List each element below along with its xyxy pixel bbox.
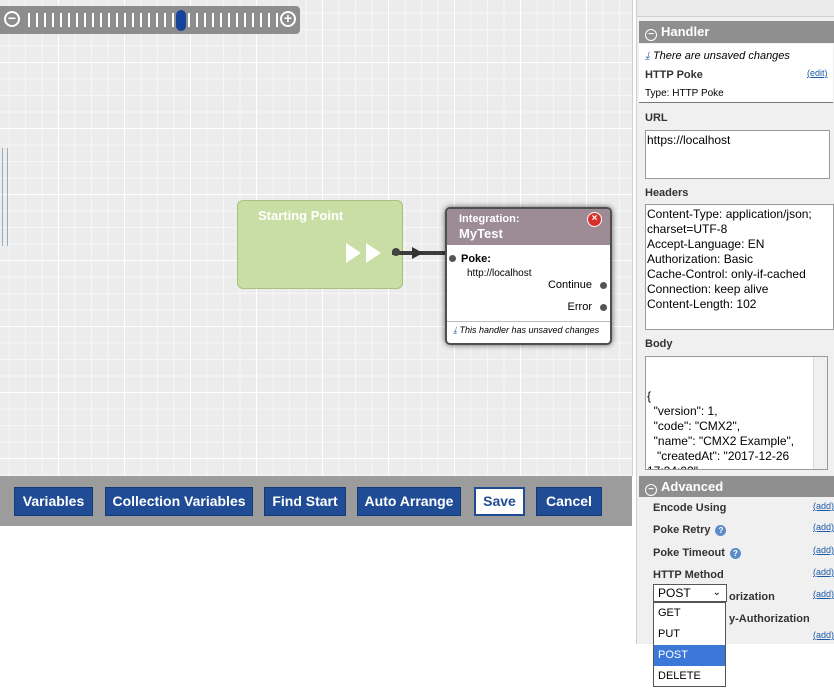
encode-using-label: Encode Using <box>653 502 727 514</box>
collapse-icon[interactable]: − <box>645 484 657 496</box>
handler-section-title: Handler <box>661 24 710 39</box>
proxy-authorization-label: y-Authorization <box>729 613 810 625</box>
zoom-slider-track[interactable] <box>28 13 280 27</box>
zoom-bar: − + <box>0 6 300 34</box>
collapse-icon[interactable]: − <box>645 29 657 41</box>
collection-variables-button[interactable]: Collection Variables <box>105 487 253 516</box>
properties-panel: − Handler ⤓ There are unsaved changes HTT… <box>636 0 834 644</box>
add-proxy-authorization-link[interactable]: (add) <box>813 630 834 640</box>
integration-node-name: MyTest <box>459 226 503 241</box>
chevron-down-icon: ⌄ <box>712 587 721 598</box>
help-icon[interactable]: ? <box>729 547 741 559</box>
option-put[interactable]: PUT <box>654 624 725 645</box>
headers-label: Headers <box>645 187 689 199</box>
handler-section-header[interactable]: − Handler <box>639 21 834 43</box>
body-scrollbar[interactable] <box>813 357 827 469</box>
option-delete[interactable]: DELETE <box>654 666 725 687</box>
http-method-value: POST <box>658 586 691 600</box>
poke-url: http://localhost <box>467 268 532 279</box>
url-field[interactable]: https://localhost <box>645 130 830 179</box>
handler-type: Type: HTTP Poke <box>645 88 724 99</box>
poke-retry-row: Poke Retry? <box>653 524 727 536</box>
unsaved-notice-text: There are unsaved changes <box>652 50 790 62</box>
starting-point-title: Starting Point <box>258 208 344 223</box>
body-field[interactable]: { "version": 1, "code": "CMX2", "name": … <box>645 356 828 470</box>
advanced-section-header[interactable]: − Advanced <box>639 476 834 497</box>
unsaved-notice: ⤓ There are unsaved changes <box>645 50 790 63</box>
input-port[interactable] <box>449 255 456 262</box>
canvas-scroll-handle[interactable] <box>2 148 8 246</box>
zoom-out-icon[interactable]: − <box>4 11 20 27</box>
error-output-port[interactable] <box>600 304 607 311</box>
option-post[interactable]: POST <box>654 645 725 666</box>
edit-link[interactable]: (edit) <box>807 68 828 78</box>
unsaved-changes-text: This handler has unsaved changes <box>459 325 600 335</box>
integration-node[interactable]: Integration: MyTest × Poke: http://local… <box>445 207 612 345</box>
body-label: Body <box>645 338 673 350</box>
option-get[interactable]: GET <box>654 603 725 624</box>
add-method-link[interactable]: (add) <box>813 567 834 577</box>
url-label: URL <box>645 112 668 124</box>
integration-node-type: Integration: <box>459 213 520 225</box>
http-method-select[interactable]: POST ⌄ <box>653 584 727 602</box>
handler-summary: ⤓ There are unsaved changes HTTP Poke (e… <box>639 44 833 103</box>
integration-node-body: Poke: http://localhost Continue Error <box>447 245 610 321</box>
poke-timeout-row: Poke Timeout? <box>653 547 741 559</box>
auto-arrange-button[interactable]: Auto Arrange <box>357 487 461 516</box>
close-icon[interactable]: × <box>587 212 602 227</box>
download-icon: ⤓ <box>453 325 457 335</box>
continue-output-label: Continue <box>547 279 592 291</box>
bottom-toolbar: Variables Collection Variables Find Star… <box>0 476 632 526</box>
add-encode-link[interactable]: (add) <box>813 501 834 511</box>
save-button[interactable]: Save <box>474 487 525 516</box>
zoom-in-icon[interactable]: + <box>280 11 296 27</box>
arrow-icon <box>412 247 423 259</box>
zoom-slider-thumb[interactable] <box>176 10 186 31</box>
cancel-button[interactable]: Cancel <box>536 487 602 516</box>
play-icon <box>366 243 381 263</box>
variables-button[interactable]: Variables <box>14 487 93 516</box>
continue-output-port[interactable] <box>600 282 607 289</box>
play-icon <box>346 243 361 263</box>
output-port[interactable] <box>392 248 400 256</box>
integration-node-header: Integration: MyTest × <box>447 209 610 245</box>
error-output-label: Error <box>567 301 592 313</box>
add-timeout-link[interactable]: (add) <box>813 545 834 555</box>
starting-point-node[interactable]: Starting Point <box>237 200 403 289</box>
find-start-button[interactable]: Find Start <box>264 487 346 516</box>
http-method-dropdown: GET PUT POST DELETE <box>653 602 726 687</box>
poke-retry-label: Poke Retry <box>653 524 711 536</box>
http-method-label: HTTP Method <box>653 569 724 581</box>
download-icon: ⤓ <box>645 50 650 62</box>
poke-timeout-label: Poke Timeout <box>653 547 725 559</box>
workflow-canvas[interactable]: − + Starting Point Integration: MyTest ×… <box>0 0 633 476</box>
help-icon[interactable]: ? <box>715 524 727 536</box>
poke-label: Poke: <box>461 253 491 265</box>
unsaved-changes-footer: ⤓ This handler has unsaved changes <box>447 321 610 341</box>
advanced-section-title: Advanced <box>661 479 724 494</box>
headers-field[interactable]: Content-Type: application/json; charset=… <box>645 204 834 330</box>
authorization-label: orization <box>729 591 775 603</box>
handler-name: HTTP Poke <box>645 69 703 81</box>
add-authorization-link[interactable]: (add) <box>813 589 834 599</box>
add-retry-link[interactable]: (add) <box>813 522 834 532</box>
panel-top-strip <box>637 0 834 17</box>
body-field-text: { "version": 1, "code": "CMX2", "name": … <box>647 389 795 469</box>
